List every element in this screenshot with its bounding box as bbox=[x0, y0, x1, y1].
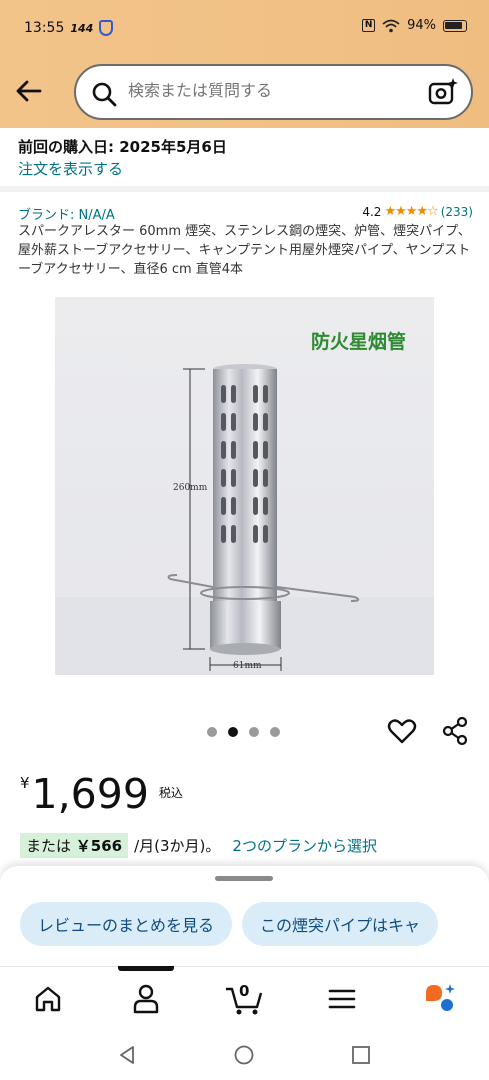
installment-plan: または ￥566 /月(3か月)。 2つのプランから選択 bbox=[20, 833, 377, 858]
carousel-dot[interactable] bbox=[207, 727, 217, 737]
view-order-link[interactable]: 注文を表示する bbox=[18, 158, 123, 179]
heart-icon[interactable] bbox=[387, 716, 417, 746]
status-left: 13:55 144 bbox=[24, 20, 114, 36]
home-icon[interactable] bbox=[28, 981, 68, 1017]
shield-icon bbox=[99, 20, 114, 36]
menu-icon[interactable] bbox=[322, 981, 362, 1017]
carousel-dot[interactable] bbox=[270, 727, 280, 737]
back-triangle-icon[interactable] bbox=[116, 1044, 138, 1066]
previous-purchase-banner: 前回の購入日: 2025年5月6日 注文を表示する bbox=[0, 128, 489, 192]
dimension-diameter-label: 61mm bbox=[233, 661, 262, 671]
share-icon[interactable] bbox=[440, 716, 470, 746]
camera-lens-icon[interactable] bbox=[427, 76, 459, 108]
nfc-icon: N bbox=[362, 19, 376, 32]
suggestion-chips: レビューのまとめを見る この煙突パイプはキャ bbox=[20, 902, 439, 946]
nav-active-indicator bbox=[118, 966, 174, 971]
rating-value: 4.2 bbox=[362, 204, 382, 219]
status-time: 13:55 bbox=[24, 20, 65, 36]
home-circle-icon[interactable] bbox=[233, 1044, 255, 1066]
price-value: 1,699 bbox=[31, 770, 149, 818]
image-carousel-dots[interactable] bbox=[207, 727, 280, 737]
image-caption: 防火星烟管 bbox=[310, 331, 406, 353]
carousel-dot-active[interactable] bbox=[228, 727, 238, 737]
rating-summary[interactable]: 4.2 ★★★★☆ (233) bbox=[362, 204, 473, 219]
cart-count: 0 bbox=[239, 982, 250, 1000]
dimension-height-label: 260mm bbox=[173, 483, 208, 493]
cart-button[interactable]: 0 bbox=[224, 981, 268, 1017]
search-icon bbox=[92, 82, 117, 107]
back-arrow-icon[interactable] bbox=[10, 72, 48, 110]
brand-link[interactable]: ブランド: N/A/A bbox=[18, 204, 115, 223]
recents-square-icon[interactable] bbox=[350, 1044, 372, 1066]
bottom-nav: 0 bbox=[0, 966, 489, 1030]
search-bar[interactable] bbox=[74, 64, 473, 120]
installment-amount: ￥566 bbox=[75, 837, 123, 855]
currency-symbol: ¥ bbox=[20, 774, 30, 792]
battery-icon bbox=[443, 19, 467, 32]
bottom-sheet: レビューのまとめを見る この煙突パイプはキャ bbox=[0, 866, 489, 966]
installment-plan-link[interactable]: 2つのプランから選択 bbox=[232, 835, 377, 856]
product-title: スパークアレスター 60mm 煙突、ステンレス鋼の煙突、炉管、煙突パイプ、屋外薪… bbox=[18, 224, 471, 277]
wifi-icon bbox=[382, 19, 400, 32]
rufus-icon[interactable] bbox=[420, 981, 460, 1017]
installment-prefix: または bbox=[26, 837, 72, 855]
account-icon[interactable] bbox=[126, 981, 166, 1017]
app-header: 13:55 144 N 94% bbox=[0, 0, 489, 128]
review-count[interactable]: (233) bbox=[441, 205, 473, 219]
search-input[interactable] bbox=[128, 81, 418, 100]
chip-question[interactable]: この煙突パイプはキャ bbox=[242, 902, 439, 946]
system-nav-bar bbox=[0, 1030, 489, 1080]
previous-purchase-date: 前回の購入日: 2025年5月6日 bbox=[18, 138, 227, 156]
sheet-drag-handle[interactable] bbox=[215, 876, 273, 881]
product-image[interactable]: 防火星烟管 260mm 61mm bbox=[55, 297, 434, 675]
battery-percent: 94% bbox=[407, 18, 436, 33]
star-rating-icon: ★★★★☆ bbox=[384, 204, 438, 219]
status-bar: 13:55 144 N 94% bbox=[0, 0, 489, 58]
chip-review-summary[interactable]: レビューのまとめを見る bbox=[20, 902, 233, 946]
installment-badge: または ￥566 bbox=[20, 833, 129, 858]
carousel-dot[interactable] bbox=[249, 727, 259, 737]
price-block: ¥ 1,699 税込 bbox=[20, 768, 183, 820]
network-speed: 144 bbox=[70, 21, 94, 35]
installment-period: /月(3か月)。 bbox=[134, 837, 221, 855]
tax-label: 税込 bbox=[158, 786, 183, 800]
status-right: N 94% bbox=[362, 18, 467, 33]
